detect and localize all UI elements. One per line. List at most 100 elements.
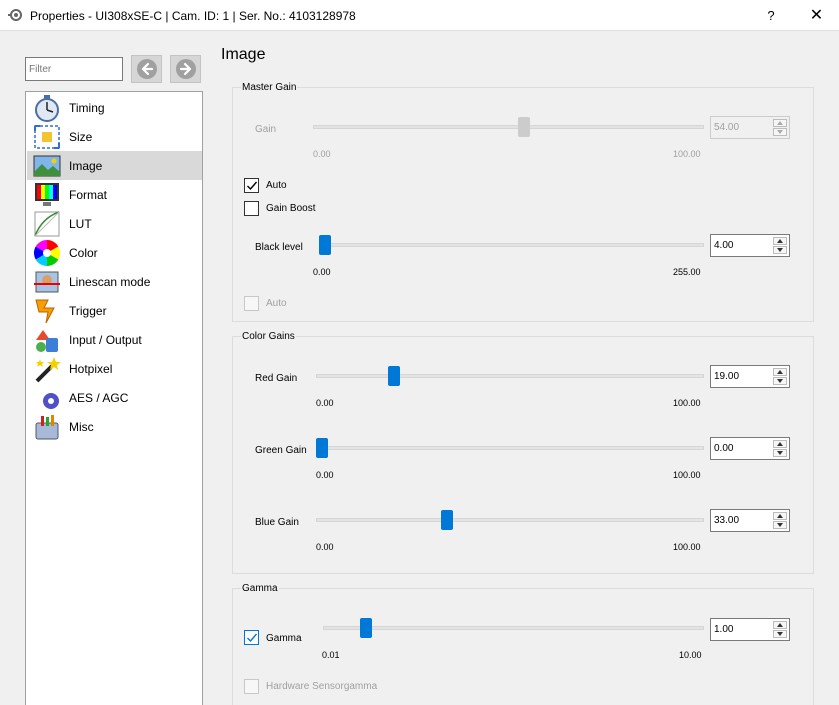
red-gain-slider-handle[interactable] xyxy=(388,366,400,386)
black-level-label: Black level xyxy=(255,242,303,253)
stopwatch-icon xyxy=(35,95,59,122)
red-gain-spin-up-button[interactable] xyxy=(773,368,787,376)
gain-spin-up-button[interactable] xyxy=(773,119,787,127)
red-gain-value: 19.00 xyxy=(714,371,740,382)
tree-item-hotpixel[interactable]: Hotpixel xyxy=(27,354,202,383)
camera-gear-icon xyxy=(8,9,22,21)
monitor-color-bars-icon xyxy=(35,183,59,206)
green-gain-spin-up-button[interactable] xyxy=(773,440,787,448)
tree-item-timing[interactable]: Timing xyxy=(27,93,202,122)
checkmark-icon xyxy=(247,633,258,643)
landscape-image-icon xyxy=(33,155,61,177)
auto-exposure-gear-icon xyxy=(34,386,59,410)
black-level-spinbox[interactable]: 4.00 xyxy=(710,234,790,257)
red-gain-spin-down-button[interactable] xyxy=(773,377,787,385)
black-level-spin-up-button[interactable] xyxy=(773,237,787,245)
red-gain-max-label: 100.00 xyxy=(673,398,701,408)
gamma-max-label: 10.00 xyxy=(679,650,702,660)
input-output-icon xyxy=(36,330,58,352)
blue-gain-spin-down-button[interactable] xyxy=(773,521,787,529)
color-gains-group: Color Gains Red Gain 0.00 100.00 19.00 G… xyxy=(232,331,814,574)
tree-label: Size xyxy=(69,130,93,144)
gamma-group: Gamma Gamma 0.01 10.00 1.00 Hardware Sen… xyxy=(232,583,814,705)
blue-gain-value: 33.00 xyxy=(714,515,740,526)
help-button[interactable]: ? xyxy=(748,0,794,31)
tree-item-image[interactable]: Image xyxy=(27,151,202,180)
gamma-slider-track[interactable] xyxy=(323,626,704,630)
green-gain-max-label: 100.00 xyxy=(673,470,701,480)
green-gain-min-label: 0.00 xyxy=(316,470,334,480)
tree-item-color[interactable]: Color xyxy=(27,238,202,267)
arrow-left-icon xyxy=(137,59,157,79)
group-title: Color Gains xyxy=(241,331,296,342)
gain-max-label: 100.00 xyxy=(673,149,701,159)
group-title: Gamma xyxy=(241,583,279,594)
size-frame-icon xyxy=(34,125,60,149)
tree-label: Format xyxy=(69,188,108,202)
green-gain-slider-track[interactable] xyxy=(316,446,704,450)
hardware-sensorgamma-checkbox[interactable] xyxy=(244,679,259,694)
tree-item-aes-agc[interactable]: AES / AGC xyxy=(27,383,202,412)
arrow-right-icon xyxy=(176,59,196,79)
tree-item-misc[interactable]: Misc xyxy=(27,412,202,441)
red-gain-min-label: 0.00 xyxy=(316,398,334,408)
green-gain-spinbox[interactable]: 0.00 xyxy=(710,437,790,460)
tree-item-lut[interactable]: LUT xyxy=(27,209,202,238)
red-gain-spinbox[interactable]: 19.00 xyxy=(710,365,790,388)
gamma-spin-up-button[interactable] xyxy=(773,621,787,629)
auto-gain-checkbox[interactable] xyxy=(244,178,259,193)
close-button[interactable]: ✕ xyxy=(794,0,839,31)
tree-item-size[interactable]: Size xyxy=(27,122,202,151)
blue-gain-slider-track[interactable] xyxy=(316,518,704,522)
black-level-slider-handle[interactable] xyxy=(319,235,331,255)
window-title: Properties - UI308xSE-C | Cam. ID: 1 | S… xyxy=(30,9,356,23)
blue-gain-max-label: 100.00 xyxy=(673,542,701,552)
forward-button[interactable] xyxy=(170,55,201,83)
gain-label: Gain xyxy=(255,124,277,135)
black-level-auto-label: Auto xyxy=(266,298,287,309)
black-level-spin-down-button[interactable] xyxy=(773,246,787,254)
gain-spin-down-button[interactable] xyxy=(773,128,787,136)
blue-gain-spin-up-button[interactable] xyxy=(773,512,787,520)
gain-spinbox[interactable]: 54.00 xyxy=(710,116,790,139)
tree-label: Image xyxy=(69,159,103,173)
black-level-slider-track[interactable] xyxy=(319,243,704,247)
gain-slider-handle[interactable] xyxy=(518,117,530,137)
back-button[interactable] xyxy=(131,55,162,83)
blue-gain-spinbox[interactable]: 33.00 xyxy=(710,509,790,532)
gain-min-label: 0.00 xyxy=(313,149,331,159)
gamma-slider-handle[interactable] xyxy=(360,618,372,638)
green-gain-slider-handle[interactable] xyxy=(316,438,328,458)
gain-boost-label: Gain Boost xyxy=(266,203,316,214)
magic-wand-icon xyxy=(35,357,61,383)
hardware-sensorgamma-label: Hardware Sensorgamma xyxy=(266,681,378,692)
gain-boost-checkbox[interactable] xyxy=(244,201,259,216)
gain-slider-track[interactable] xyxy=(313,125,704,129)
black-level-auto-checkbox[interactable] xyxy=(244,296,259,311)
green-gain-spin-down-button[interactable] xyxy=(773,449,787,457)
lut-curve-icon xyxy=(34,211,60,237)
blue-gain-min-label: 0.00 xyxy=(316,542,334,552)
tree-label: Color xyxy=(69,246,98,260)
toolbox-icon xyxy=(35,415,59,440)
gamma-label: Gamma xyxy=(266,633,302,644)
blue-gain-slider-handle[interactable] xyxy=(441,510,453,530)
tree-item-trigger[interactable]: Trigger xyxy=(27,296,202,325)
red-gain-label: Red Gain xyxy=(255,373,298,384)
green-gain-value: 0.00 xyxy=(714,443,734,454)
red-gain-slider-track[interactable] xyxy=(316,374,704,378)
gamma-checkbox[interactable] xyxy=(244,630,259,645)
blue-gain-label: Blue Gain xyxy=(255,517,299,528)
gamma-spin-down-button[interactable] xyxy=(773,630,787,638)
trigger-bolt-icon xyxy=(35,299,55,324)
tree-item-format[interactable]: Format xyxy=(27,180,202,209)
filter-input[interactable] xyxy=(25,57,123,81)
black-level-value: 4.00 xyxy=(714,240,734,251)
color-wheel-icon xyxy=(33,239,61,267)
tree-label: LUT xyxy=(69,217,92,231)
tree-item-linescan-mode[interactable]: Linescan mode xyxy=(27,267,202,296)
linescan-icon xyxy=(34,271,60,293)
category-tree: Timing Size Image Format LUT Color Lines… xyxy=(25,91,203,705)
tree-item-input-output[interactable]: Input / Output xyxy=(27,325,202,354)
gamma-spinbox[interactable]: 1.00 xyxy=(710,618,790,641)
